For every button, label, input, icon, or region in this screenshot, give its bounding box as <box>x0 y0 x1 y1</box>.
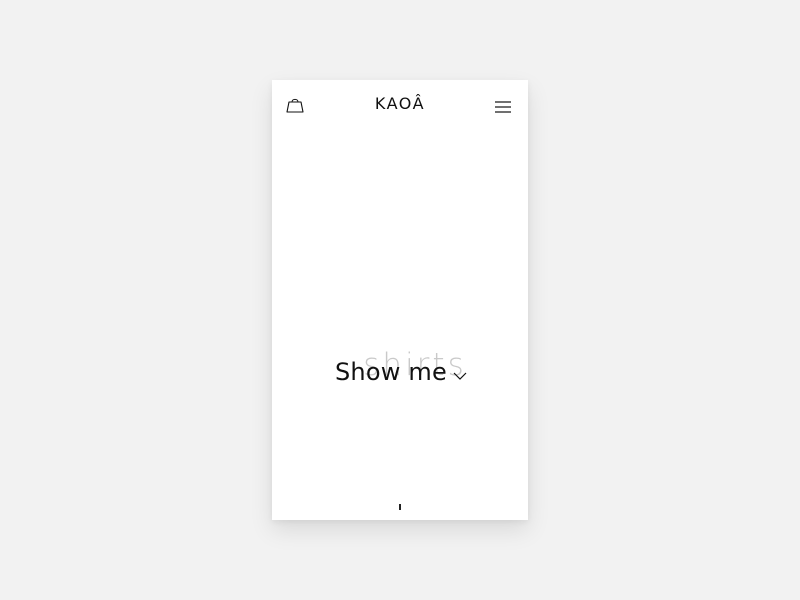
canvas: KAOÂ shirts Show me <box>0 0 800 600</box>
show-me-label: Show me <box>335 358 447 386</box>
scroll-indicator <box>399 504 401 510</box>
show-me-dropdown[interactable]: Show me <box>335 358 467 386</box>
mobile-screen: KAOÂ shirts Show me <box>272 80 528 520</box>
brand-logo[interactable]: KAOÂ <box>272 94 528 113</box>
chevron-down-icon <box>453 372 467 380</box>
hamburger-menu-icon <box>495 101 511 113</box>
category-selector: shirts Show me <box>272 347 528 398</box>
menu-button[interactable] <box>494 100 512 114</box>
top-bar: KAOÂ <box>272 80 528 132</box>
